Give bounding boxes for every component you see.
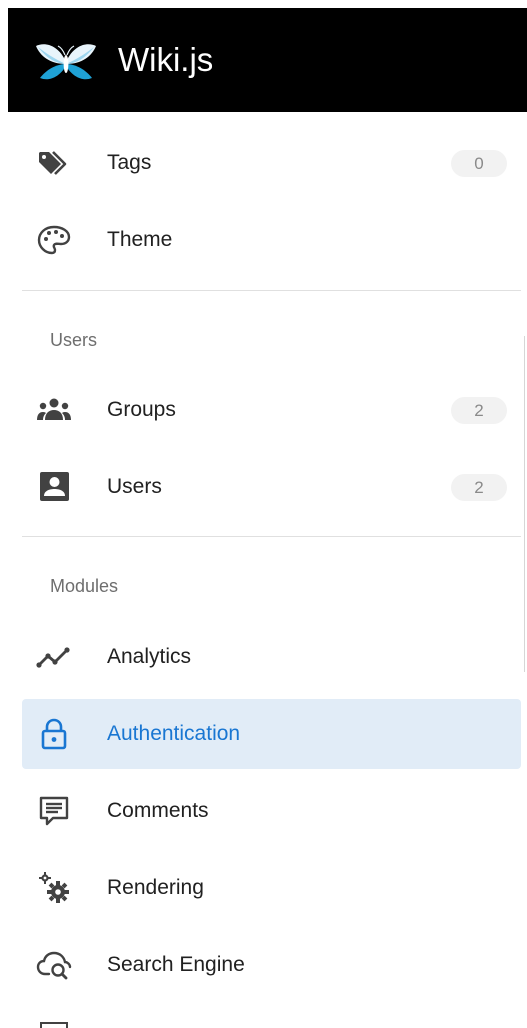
analytics-icon xyxy=(36,641,72,673)
cloud-search-icon xyxy=(36,949,72,981)
partial-next-item-icon xyxy=(40,1022,68,1028)
sidebar-item-users[interactable]: Users 2 xyxy=(22,452,521,522)
app-title: Wiki.js xyxy=(118,41,214,78)
divider xyxy=(22,290,521,291)
sidebar-item-label: Search Engine xyxy=(107,953,245,976)
tags-icon xyxy=(36,147,72,179)
sidebar-item-label: Theme xyxy=(107,228,173,251)
app-header: Wiki.js xyxy=(8,8,527,112)
sidebar-item-groups[interactable]: Groups 2 xyxy=(22,375,521,445)
count-badge: 2 xyxy=(451,397,507,424)
sidebar-item-search-engine[interactable]: Search Engine xyxy=(22,930,521,1000)
lock-icon xyxy=(36,718,72,750)
sidebar-item-comments[interactable]: Comments xyxy=(22,776,521,846)
sidebar-item-theme[interactable]: Theme xyxy=(22,205,521,275)
gears-icon xyxy=(36,872,72,904)
sidebar-item-tags[interactable]: Tags 0 xyxy=(22,128,521,198)
count-badge: 0 xyxy=(451,150,507,177)
sidebar-item-rendering[interactable]: Rendering xyxy=(22,853,521,923)
sidebar-item-label: Tags xyxy=(107,151,152,174)
sidebar-item-label: Authentication xyxy=(107,722,241,745)
count-badge: 2 xyxy=(451,474,507,501)
sidebar-item-label: Analytics xyxy=(107,645,192,668)
groups-icon xyxy=(36,394,72,426)
scrollbar-track[interactable] xyxy=(524,336,525,672)
comment-icon xyxy=(36,795,72,827)
sidebar-item-label: Comments xyxy=(107,799,209,822)
admin-sidebar: Wiki.js Tags 0 Theme Users Groups 2 User… xyxy=(0,0,527,1028)
sidebar-item-label: Groups xyxy=(107,398,176,421)
sidebar-item-authentication[interactable]: Authentication xyxy=(22,699,521,769)
sidebar-item-label: Rendering xyxy=(107,876,204,899)
divider xyxy=(22,536,521,537)
section-title-modules: Modules xyxy=(50,576,119,596)
wikijs-logo-icon xyxy=(36,44,96,80)
sidebar-item-label: Users xyxy=(107,475,162,498)
section-title-users: Users xyxy=(50,330,98,350)
sidebar-item-analytics[interactable]: Analytics xyxy=(22,622,521,692)
palette-icon xyxy=(36,224,72,256)
user-card-icon xyxy=(36,471,72,503)
